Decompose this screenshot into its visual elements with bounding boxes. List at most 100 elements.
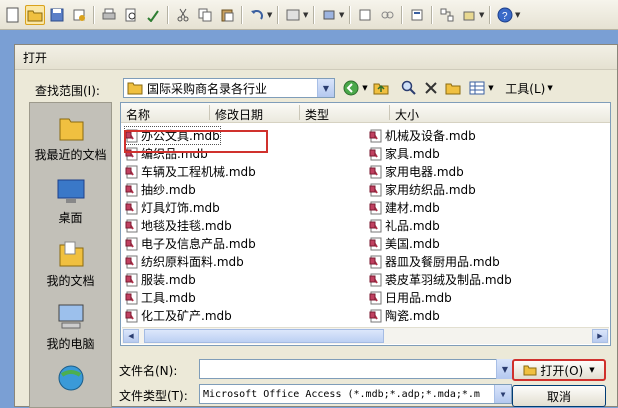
recent-documents-icon	[59, 118, 83, 141]
cut-icon[interactable]	[173, 5, 193, 25]
search-icon	[401, 80, 416, 95]
chevron-down-icon[interactable]: ▼	[487, 78, 495, 98]
properties-icon[interactable]	[407, 5, 427, 25]
access-database-icon	[369, 309, 382, 322]
column-modified[interactable]: 修改日期	[215, 106, 263, 122]
chevron-down-icon[interactable]: ▼	[267, 11, 274, 19]
dialog-title: 打开	[15, 45, 617, 70]
place-my-documents[interactable]: 我的文档	[30, 239, 111, 289]
file-item[interactable]: 抽纱.mdb	[125, 181, 196, 198]
place-my-computer[interactable]: 我的电脑	[30, 302, 111, 352]
look-in-label: 查找范围(I):	[35, 84, 100, 98]
file-item-label: 地毯及挂毯.mdb	[141, 219, 232, 233]
cancel-button[interactable]: 取消	[512, 385, 606, 407]
chevron-down-icon[interactable]: ▼	[479, 11, 486, 19]
code-icon[interactable]	[355, 5, 375, 25]
column-type[interactable]: 类型	[305, 106, 329, 122]
open-button[interactable]: 打开(O) ▼	[512, 359, 606, 381]
scroll-right-icon[interactable]: ▶	[592, 329, 608, 343]
print-icon[interactable]	[99, 5, 119, 25]
search-web-button[interactable]	[399, 78, 419, 98]
file-item[interactable]: 建材.mdb	[369, 199, 440, 216]
delete-button[interactable]	[421, 78, 441, 98]
copy-icon[interactable]	[195, 5, 215, 25]
place-desktop[interactable]: 桌面	[30, 178, 111, 226]
new-document-icon[interactable]	[3, 5, 23, 25]
file-item-label: 裘皮革羽绒及制品.mdb	[385, 273, 512, 287]
chevron-down-icon[interactable]: ▼	[515, 11, 522, 19]
file-item[interactable]: 家用纺织品.mdb	[369, 181, 476, 198]
access-database-icon	[369, 201, 382, 214]
spelling-icon[interactable]	[143, 5, 163, 25]
place-network[interactable]	[30, 363, 111, 396]
desktop-icon	[57, 179, 84, 203]
paste-icon[interactable]	[217, 5, 237, 25]
views-button[interactable]	[467, 78, 487, 98]
file-item[interactable]: 日用品.mdb	[369, 289, 452, 306]
views-icon	[469, 81, 485, 95]
save-icon[interactable]	[47, 5, 67, 25]
access-database-icon	[125, 165, 138, 178]
column-name[interactable]: 名称	[126, 106, 150, 122]
file-item[interactable]: 家具.mdb	[369, 145, 440, 162]
file-item-label: 电子及信息产品.mdb	[141, 237, 256, 251]
scroll-left-icon[interactable]: ◀	[123, 329, 139, 343]
folder-icon	[127, 82, 143, 95]
undo-icon[interactable]	[247, 5, 267, 25]
chevron-down-icon[interactable]: ▼	[339, 11, 346, 19]
office-links-icon[interactable]	[283, 5, 303, 25]
file-item[interactable]: 器皿及餐厨用品.mdb	[369, 253, 500, 270]
back-button[interactable]	[341, 78, 361, 98]
file-item[interactable]: 服装.mdb	[125, 271, 196, 288]
open-folder-icon[interactable]	[25, 4, 45, 25]
file-item[interactable]: 灯具灯饰.mdb	[125, 199, 220, 216]
new-folder-button[interactable]	[443, 78, 463, 98]
column-header: 名称 修改日期 类型 大小	[121, 103, 610, 123]
help-icon[interactable]: ?	[495, 5, 515, 25]
open-folder-icon	[523, 365, 537, 376]
file-item[interactable]: 家用电器.mdb	[369, 163, 464, 180]
place-recent-documents[interactable]: 我最近的文档	[30, 113, 111, 163]
file-item[interactable]: 车辆及工程机械.mdb	[125, 163, 256, 180]
new-object-icon[interactable]	[459, 5, 479, 25]
file-type-select[interactable]: Microsoft Office Access (*.mdb;*.adp;*.m…	[199, 384, 512, 404]
file-item[interactable]: 地毯及挂毯.mdb	[125, 217, 232, 234]
column-size[interactable]: 大小	[395, 106, 419, 122]
look-in-combo[interactable]: 国际采购商名录各行业 ▼	[123, 78, 335, 98]
file-item[interactable]: 工具.mdb	[125, 289, 196, 306]
column-divider	[209, 105, 210, 120]
chevron-down-icon[interactable]: ▼	[494, 385, 511, 403]
file-item[interactable]: 电子及信息产品.mdb	[125, 235, 256, 252]
my-computer-icon	[58, 304, 83, 329]
chevron-down-icon[interactable]: ▼	[303, 11, 310, 19]
horizontal-scrollbar[interactable]: ◀ ▶	[122, 327, 609, 344]
file-item[interactable]: 陶瓷.mdb	[369, 307, 440, 324]
file-item[interactable]: 纺织原料面料.mdb	[125, 253, 244, 270]
place-label: 我最近的文档	[34, 148, 107, 162]
analyze-icon[interactable]	[319, 5, 339, 25]
script-editor-icon[interactable]	[377, 5, 397, 25]
svg-text:?: ?	[502, 11, 508, 22]
print-preview-icon[interactable]	[121, 5, 141, 25]
chevron-down-icon[interactable]: ▼	[317, 79, 334, 97]
chevron-down-icon[interactable]: ▼	[496, 359, 513, 379]
file-item[interactable]: 美国.mdb	[369, 235, 440, 252]
toolbar-separator	[93, 5, 95, 24]
file-item[interactable]: 礼品.mdb	[369, 217, 440, 234]
file-item[interactable]: 机械及设备.mdb	[369, 127, 476, 144]
permission-icon[interactable]	[69, 5, 89, 25]
tools-menu[interactable]: 工具(L) ▼	[499, 78, 559, 98]
chevron-down-icon[interactable]: ▼	[361, 78, 369, 98]
file-item-label: 美国.mdb	[385, 237, 440, 251]
relationships-icon[interactable]	[437, 5, 457, 25]
file-item[interactable]: 化工及矿产.mdb	[125, 307, 232, 324]
up-folder-button[interactable]	[371, 78, 391, 98]
access-database-icon	[125, 237, 138, 250]
file-item-label: 礼品.mdb	[385, 219, 440, 233]
network-places-icon	[58, 365, 83, 391]
file-item-label: 车辆及工程机械.mdb	[141, 165, 256, 179]
file-name-input[interactable]	[199, 359, 497, 379]
file-item[interactable]: 裘皮革羽绒及制品.mdb	[369, 271, 512, 288]
toolbar-separator	[313, 5, 315, 24]
scroll-thumb[interactable]	[144, 329, 384, 343]
